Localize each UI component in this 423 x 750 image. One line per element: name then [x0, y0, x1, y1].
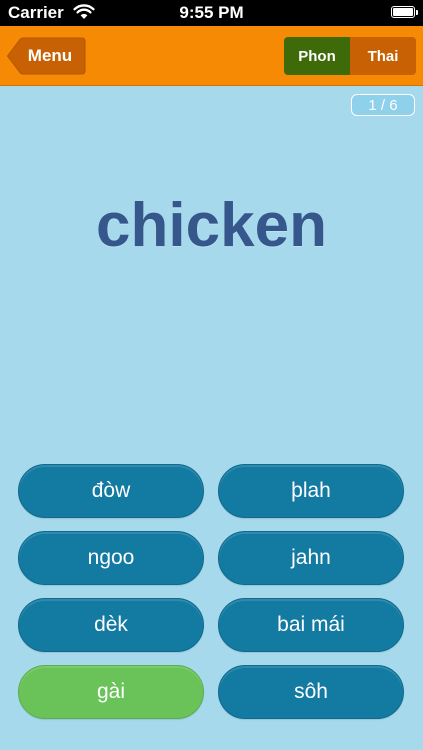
question-counter: 1 / 6: [351, 94, 415, 116]
battery-icon: [391, 6, 418, 18]
navigation-bar: Menu Phon Thai: [0, 26, 423, 86]
answer-button[interactable]: dèk: [18, 598, 204, 652]
menu-back-button[interactable]: Menu: [6, 37, 86, 75]
segment-thai[interactable]: Thai: [350, 37, 416, 75]
segment-phonetic[interactable]: Phon: [284, 37, 350, 75]
answer-button[interactable]: bai mái: [218, 598, 404, 652]
status-bar: Carrier 9:55 PM: [0, 0, 423, 26]
answer-button[interactable]: þlah: [218, 464, 404, 518]
answer-button-correct[interactable]: gài: [18, 665, 204, 719]
answer-button[interactable]: ngoo: [18, 531, 204, 585]
prompt-word: chicken: [96, 191, 327, 260]
answer-button[interactable]: đòw: [18, 464, 204, 518]
answer-button[interactable]: jahn: [218, 531, 404, 585]
script-segmented-control: Phon Thai: [284, 37, 416, 75]
answer-button[interactable]: sôh: [218, 665, 404, 719]
menu-button-label: Menu: [27, 46, 73, 65]
status-time: 9:55 PM: [179, 3, 244, 22]
